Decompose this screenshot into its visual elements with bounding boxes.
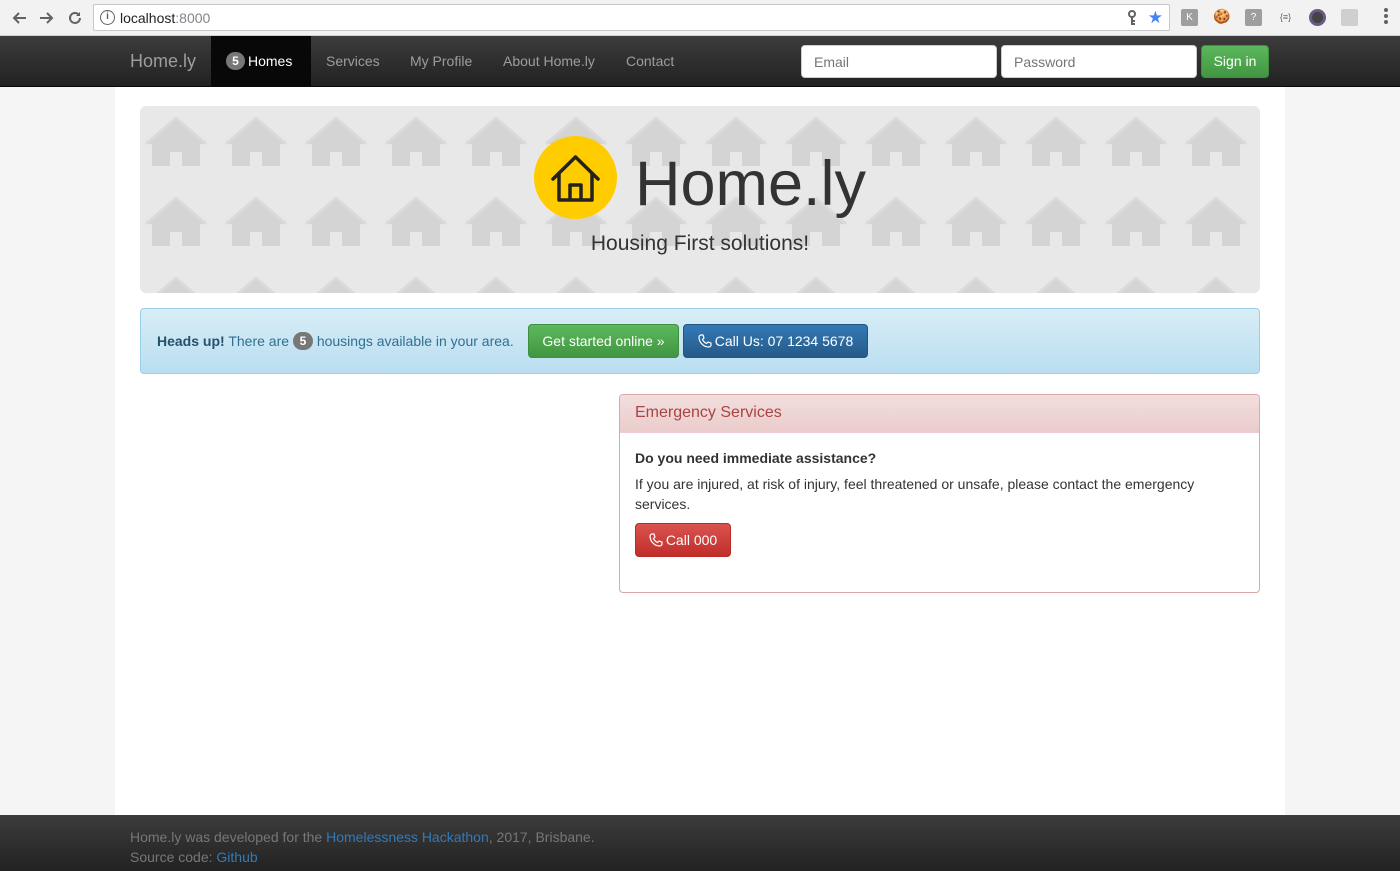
navbar-brand[interactable]: Home.ly (130, 51, 196, 72)
alert-strong: Heads up! (157, 333, 225, 349)
alert-message: Heads up! There are 5 housings available… (157, 332, 514, 350)
call-us-label: Call Us: 07 1234 5678 (714, 333, 854, 349)
sign-in-button[interactable]: Sign in (1201, 45, 1269, 78)
alert-text-before: There are (228, 333, 290, 349)
jumbotron-title: Home.ly (635, 149, 867, 219)
footer-line1-after: , 2017, Brisbane. (488, 829, 595, 845)
logo-house-icon (534, 136, 617, 219)
phone-icon (698, 334, 712, 348)
nav-item-label: Homes (248, 53, 293, 69)
nav-item-services[interactable]: Services (311, 36, 395, 86)
extension-help-icon[interactable]: ? (1245, 9, 1262, 26)
alert-text-after: housings available in your area. (316, 333, 514, 349)
footer-line1-before: Home.ly was developed for the (130, 829, 323, 845)
github-link[interactable]: Github (216, 849, 257, 865)
call-us-button[interactable]: Call Us: 07 1234 5678 (683, 324, 868, 358)
nav-item-my-profile[interactable]: My Profile (395, 36, 487, 86)
panel-body-text: If you are injured, at risk of injury, f… (635, 476, 1195, 512)
cookie-extension-icon[interactable]: 🍪 (1213, 9, 1230, 26)
housing-count-badge: 5 (292, 332, 313, 350)
nav-item-homes[interactable]: 5 Homes (211, 36, 311, 86)
password-input[interactable] (1001, 45, 1197, 78)
footer: Home.ly was developed for the Homelessne… (0, 815, 1400, 871)
info-alert: Heads up! There are 5 housings available… (140, 308, 1260, 374)
call-000-button[interactable]: Call 000 (635, 523, 731, 557)
nav-item-contact[interactable]: Contact (611, 36, 689, 86)
key-icon[interactable] (1127, 10, 1137, 29)
grid-extension-icon[interactable] (1341, 9, 1358, 26)
browser-menu-icon[interactable] (1384, 8, 1388, 26)
nav-item-about[interactable]: About Home.ly (488, 36, 610, 86)
hackathon-link[interactable]: Homelessness Hackathon (326, 829, 489, 845)
address-bar[interactable]: i localhost:8000 ★ (93, 4, 1170, 31)
panel-heading: Emergency Services (620, 395, 1259, 433)
phone-icon (649, 533, 663, 547)
site-info-icon[interactable]: i (100, 10, 115, 25)
circle-extension-icon[interactable] (1309, 9, 1326, 26)
jumbotron-subtitle: Housing First solutions! (590, 232, 810, 255)
email-input[interactable] (801, 45, 997, 78)
reload-icon[interactable] (64, 7, 86, 29)
json-extension-icon[interactable]: {≡} (1277, 9, 1294, 26)
bookmark-star-icon[interactable]: ★ (1148, 8, 1163, 28)
back-arrow-icon[interactable] (8, 7, 30, 29)
url-text: localhost:8000 (120, 10, 211, 26)
forward-arrow-icon[interactable] (36, 7, 58, 29)
footer-line2-before: Source code: (130, 849, 213, 865)
panel-question: Do you need immediate assistance? (635, 450, 877, 466)
browser-toolbar: i localhost:8000 ★ K 🍪 ? {≡} (0, 0, 1400, 36)
call-000-label: Call 000 (665, 532, 718, 548)
get-started-button[interactable]: Get started online » (528, 324, 679, 358)
emergency-services-panel: Emergency Services Do you need immediate… (619, 394, 1260, 593)
extension-k-icon[interactable]: K (1181, 9, 1198, 26)
homes-count-badge: 5 (226, 52, 245, 70)
footer-text: Home.ly was developed for the Homelessne… (130, 827, 595, 867)
